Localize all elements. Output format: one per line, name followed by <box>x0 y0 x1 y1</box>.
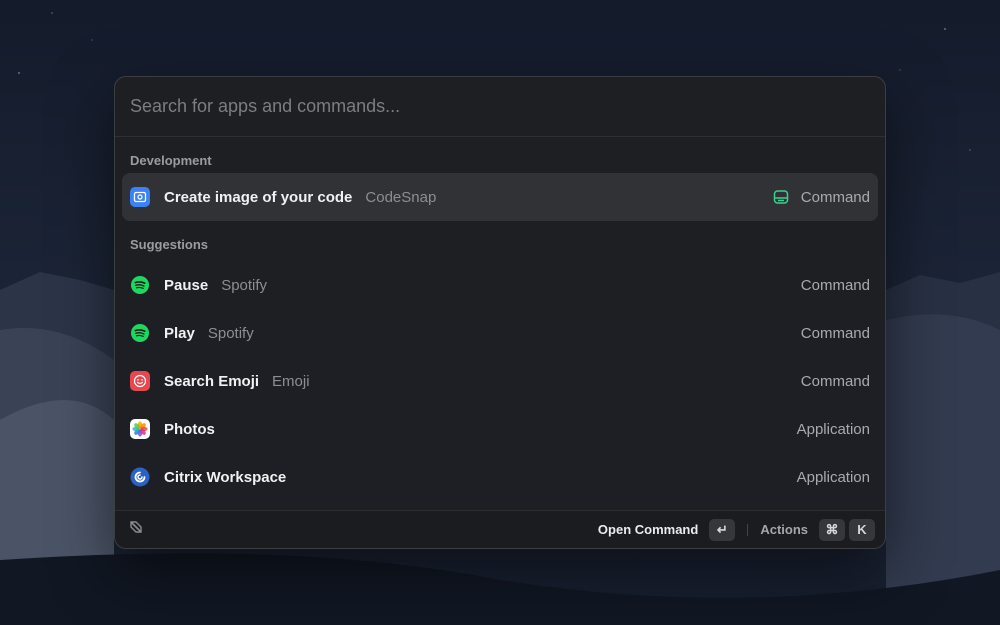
actions-button[interactable]: Actions <box>760 522 808 537</box>
open-command-button[interactable]: Open Command <box>598 522 698 537</box>
list-item-search-emoji[interactable]: Search Emoji Emoji Command <box>122 357 878 405</box>
list-item-type: Command <box>800 372 870 390</box>
list-item-title: Citrix Workspace <box>164 468 287 486</box>
list-item-type: Command <box>800 188 870 206</box>
section-title-suggestions: Suggestions <box>130 237 209 252</box>
command-key-hint: ⌘ <box>819 518 845 541</box>
search-bar <box>115 77 885 137</box>
spotify-icon <box>130 323 150 343</box>
list-item-type: Command <box>800 276 870 294</box>
return-key-hint: ↵ <box>709 518 736 541</box>
search-input[interactable] <box>130 96 870 117</box>
spotify-icon <box>130 275 150 295</box>
list-item-pause[interactable]: Pause Spotify Command <box>122 261 878 309</box>
raycast-logo-icon[interactable] <box>127 518 145 541</box>
list-item-type: Application <box>796 420 870 438</box>
list-item-play[interactable]: Play Spotify Command <box>122 309 878 357</box>
action-bar: Open Command ↵ Actions ⌘ K <box>115 510 885 548</box>
list-item-subtitle: Emoji <box>272 372 310 390</box>
list-item-title: Play <box>164 324 195 342</box>
command-palette: Development Create image of your code Co… <box>114 76 886 549</box>
list-item-title: Pause <box>164 276 209 294</box>
list-item-subtitle: CodeSnap <box>365 188 437 206</box>
list-item-type: Application <box>796 468 870 486</box>
codesnap-icon <box>130 187 150 207</box>
emoji-icon <box>130 371 150 391</box>
list-item-citrix-workspace[interactable]: Citrix Workspace Application <box>122 453 878 501</box>
list-item-title: Search Emoji <box>164 372 260 390</box>
storage-icon <box>773 189 789 205</box>
list-item-photos[interactable]: Photos Application <box>122 405 878 453</box>
citrix-icon <box>130 467 150 487</box>
list-item-subtitle: Spotify <box>221 276 268 294</box>
k-key-hint: K <box>849 518 875 541</box>
list-item-title: Create image of your code <box>164 188 353 206</box>
section-title-development: Development <box>130 153 212 168</box>
footer-divider <box>747 523 749 536</box>
list-item-create-image-of-your-code[interactable]: Create image of your code CodeSnap Comma… <box>122 173 878 221</box>
list-item-title: Photos <box>164 420 215 438</box>
results-list: Development Create image of your code Co… <box>115 151 885 501</box>
photos-icon <box>130 419 150 439</box>
list-item-subtitle: Spotify <box>207 324 254 342</box>
list-item-type: Command <box>800 324 870 342</box>
